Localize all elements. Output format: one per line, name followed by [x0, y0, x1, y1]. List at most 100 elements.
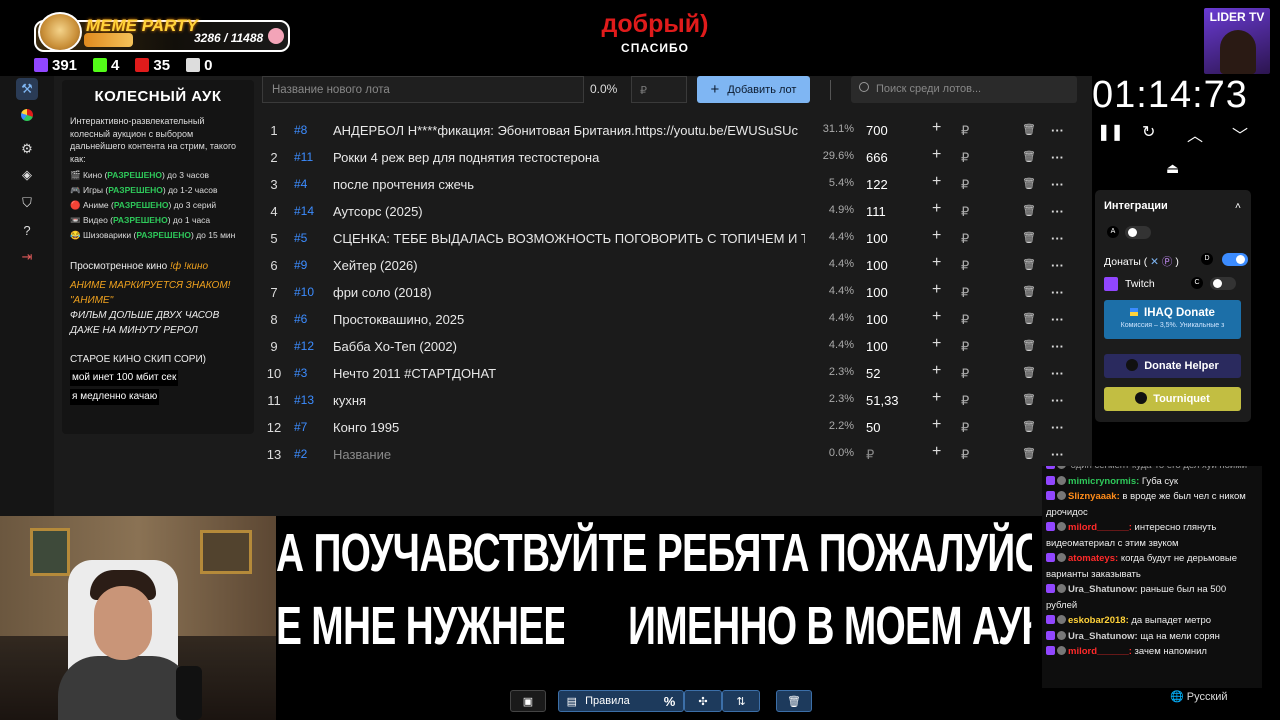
- lot-amount[interactable]: 51,33: [866, 393, 899, 408]
- chevron-up-icon[interactable]: ˄: [1235, 200, 1241, 212]
- help-icon[interactable]: ?: [16, 219, 38, 241]
- lot-name[interactable]: после прочтения сжечь: [333, 177, 805, 192]
- chat-username[interactable]: atomateys:: [1068, 553, 1118, 564]
- add-amount-icon[interactable]: +: [932, 308, 941, 326]
- lot-id[interactable]: #9: [294, 258, 307, 272]
- more-icon[interactable]: ···: [1051, 123, 1064, 138]
- new-lot-amount-input[interactable]: ₽: [631, 76, 687, 103]
- percent-icon[interactable]: %: [664, 694, 676, 709]
- lot-name[interactable]: Нечто 2011 #СТАРТДОНАТ: [333, 366, 805, 381]
- chevron-down-icon[interactable]: ﹀: [1232, 122, 1248, 146]
- rub-icon[interactable]: ₽: [961, 366, 969, 382]
- restart-icon[interactable]: ↻: [1142, 122, 1155, 142]
- trash-icon[interactable]: 🗑: [1022, 150, 1036, 163]
- donations-toggle[interactable]: [1222, 253, 1248, 266]
- more-icon[interactable]: ···: [1051, 339, 1064, 354]
- more-icon[interactable]: ···: [1051, 393, 1064, 408]
- lot-amount[interactable]: 100: [866, 258, 888, 273]
- ihaq-donate-button[interactable]: IHAQ Donate Комиссия – 3,5%. Уникальные …: [1104, 300, 1241, 339]
- lot-name[interactable]: Простоквашино, 2025: [333, 312, 805, 327]
- rub-icon[interactable]: ₽: [961, 312, 969, 328]
- a-toggle[interactable]: [1125, 226, 1151, 239]
- more-icon[interactable]: ···: [1051, 231, 1064, 246]
- chat-username[interactable]: Sliznyaaak:: [1068, 491, 1120, 502]
- lot-amount[interactable]: 100: [866, 231, 888, 246]
- chat-username[interactable]: Ura_Shatunow:: [1068, 631, 1138, 642]
- add-amount-icon[interactable]: +: [932, 200, 941, 218]
- add-amount-icon[interactable]: +: [932, 173, 941, 191]
- add-amount-icon[interactable]: +: [932, 362, 941, 380]
- trash-icon[interactable]: 🗑: [1022, 393, 1036, 406]
- lot-id[interactable]: #3: [294, 366, 307, 380]
- layers-icon[interactable]: ◈: [16, 164, 38, 186]
- trash-icon[interactable]: 🗑: [1022, 420, 1036, 433]
- shield-icon[interactable]: ⛉: [16, 192, 38, 214]
- lot-name[interactable]: Аутсорс (2025): [333, 204, 805, 219]
- trash-icon[interactable]: 🗑: [1022, 231, 1036, 244]
- add-amount-icon[interactable]: +: [932, 254, 941, 272]
- lot-amount[interactable]: 52: [866, 366, 880, 381]
- lot-id[interactable]: #11: [294, 150, 313, 164]
- add-lot-button[interactable]: + Добавить лот: [697, 76, 810, 103]
- collapse-icon[interactable]: ⏏: [1166, 160, 1179, 177]
- twitch-toggle[interactable]: [1210, 277, 1236, 290]
- add-amount-icon[interactable]: +: [932, 119, 941, 137]
- add-amount-icon[interactable]: +: [932, 416, 941, 434]
- rub-icon[interactable]: ₽: [961, 258, 969, 274]
- add-amount-icon[interactable]: +: [932, 146, 941, 164]
- lot-id[interactable]: #7: [294, 420, 307, 434]
- lot-name[interactable]: Рокки 4 реж вер для поднятия тестостерон…: [333, 150, 805, 165]
- language-select[interactable]: 🌐 Русский: [1170, 690, 1228, 703]
- rules-button[interactable]: ▤ Правила%: [558, 690, 684, 712]
- add-amount-icon[interactable]: +: [932, 389, 941, 407]
- rub-icon[interactable]: ₽: [961, 123, 969, 139]
- rub-icon[interactable]: ₽: [961, 393, 969, 409]
- lot-id[interactable]: #14: [294, 204, 314, 218]
- trash-icon[interactable]: 🗑: [1022, 177, 1036, 190]
- sort-icon[interactable]: ⇅: [722, 690, 760, 712]
- lot-amount[interactable]: ₽: [866, 447, 874, 463]
- hammer-icon[interactable]: ⚒: [16, 78, 38, 100]
- rub-icon[interactable]: ₽: [961, 447, 969, 463]
- box-icon[interactable]: ▣: [510, 690, 546, 712]
- lot-id[interactable]: #4: [294, 177, 307, 191]
- rub-icon[interactable]: ₽: [961, 231, 969, 247]
- logout-icon[interactable]: ⇥: [16, 246, 38, 268]
- rub-icon[interactable]: ₽: [961, 204, 969, 220]
- split-icon[interactable]: ✣: [684, 690, 722, 712]
- lot-amount[interactable]: 50: [866, 420, 880, 435]
- rub-icon[interactable]: ₽: [961, 420, 969, 436]
- lot-name[interactable]: фри соло (2018): [333, 285, 805, 300]
- lot-name[interactable]: СЦЕНКА: ТЕБЕ ВЫДАЛАСЬ ВОЗМОЖНОСТЬ ПОГОВО…: [333, 231, 805, 246]
- chat-username[interactable]: Ura_Shatunow:: [1068, 584, 1138, 595]
- chevron-up-icon[interactable]: ︿: [1187, 122, 1203, 146]
- add-amount-icon[interactable]: +: [932, 227, 941, 245]
- chat-username[interactable]: mimicrynormis:: [1068, 476, 1139, 487]
- more-icon[interactable]: ···: [1051, 258, 1064, 273]
- lot-amount[interactable]: 111: [866, 204, 886, 219]
- donate-helper-button[interactable]: Donate Helper: [1104, 354, 1241, 378]
- chat-username[interactable]: eskobar2018:: [1068, 615, 1129, 626]
- gear-icon[interactable]: ⚙: [16, 138, 38, 160]
- lot-id[interactable]: #5: [294, 231, 307, 245]
- lot-name[interactable]: Бабба Хо-Теп (2002): [333, 339, 805, 354]
- lot-amount[interactable]: 122: [866, 177, 888, 192]
- trash-icon[interactable]: 🗑: [776, 690, 812, 712]
- trash-icon[interactable]: 🗑: [1022, 447, 1036, 460]
- lot-id[interactable]: #2: [294, 447, 307, 461]
- lot-amount[interactable]: 100: [866, 339, 888, 354]
- add-amount-icon[interactable]: +: [932, 335, 941, 353]
- rub-icon[interactable]: ₽: [961, 150, 969, 166]
- lot-name[interactable]: Хейтер (2026): [333, 258, 805, 273]
- trash-icon[interactable]: 🗑: [1022, 285, 1036, 298]
- more-icon[interactable]: ···: [1051, 177, 1064, 192]
- tourniquet-button[interactable]: Tourniquet: [1104, 387, 1241, 411]
- pie-icon[interactable]: [16, 104, 38, 126]
- lot-search-input[interactable]: Поиск среди лотов...: [851, 76, 1077, 103]
- trash-icon[interactable]: 🗑: [1022, 312, 1036, 325]
- lot-name[interactable]: кухня: [333, 393, 805, 408]
- chat-username[interactable]: milord______:: [1068, 646, 1132, 657]
- rub-icon[interactable]: ₽: [961, 177, 969, 193]
- trash-icon[interactable]: 🗑: [1022, 123, 1036, 136]
- lot-id[interactable]: #10: [294, 285, 314, 299]
